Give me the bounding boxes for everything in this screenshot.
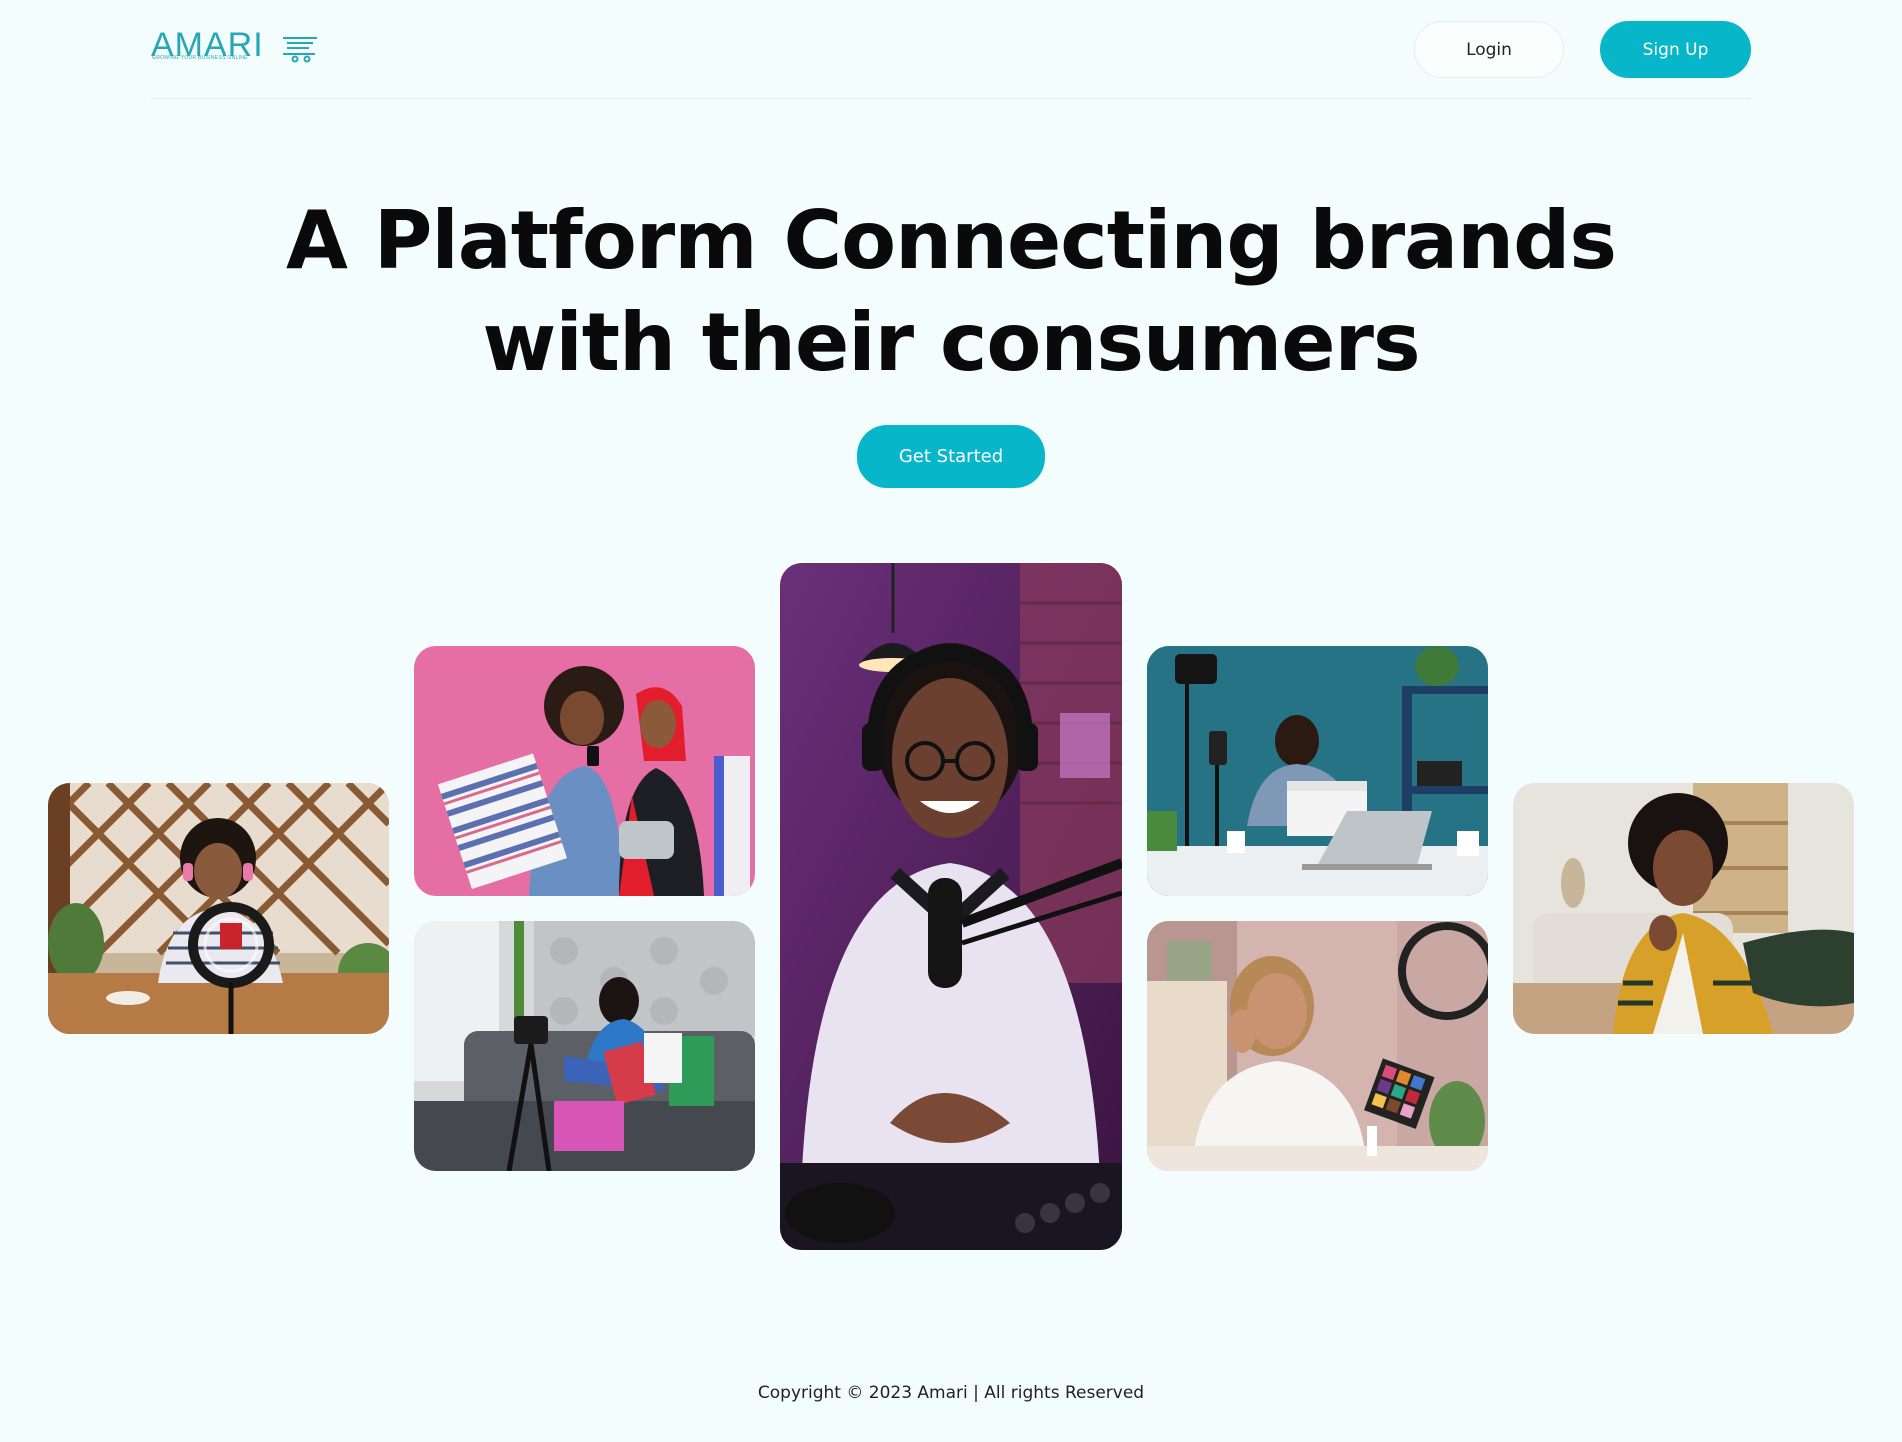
header-divider: [151, 98, 1751, 99]
landing-page: AMARI GROWING YOUR BUSINESS ONLINE Login…: [0, 0, 1902, 1442]
signup-button[interactable]: Sign Up: [1600, 21, 1751, 78]
gallery-photo-makeup: [1147, 921, 1488, 1171]
gallery-photo-shopping-pink: [414, 646, 755, 896]
login-button[interactable]: Login: [1414, 21, 1564, 78]
get-started-button[interactable]: Get Started: [857, 425, 1045, 488]
gallery-photo-podcast-studio: [780, 563, 1122, 1250]
gallery-photo-selfie: [1513, 783, 1854, 1034]
gallery-photo-unboxing: [1147, 646, 1488, 896]
amari-logo[interactable]: AMARI GROWING YOUR BUSINESS ONLINE: [151, 28, 321, 66]
hero-title-line-2: with their consumers: [482, 296, 1420, 389]
gallery-photo-sofa-camera: [414, 921, 755, 1171]
hero-title-line-1: A Platform Connecting brands: [285, 194, 1617, 287]
logo-tagline: GROWING YOUR BUSINESS ONLINE: [152, 55, 248, 61]
footer-copyright: Copyright © 2023 Amari | All rights Rese…: [757, 1383, 1145, 1403]
cart-icon: [283, 37, 317, 63]
hero-title: A Platform Connecting brands with their …: [251, 190, 1651, 394]
gallery-photo-ring-light-cafe: [48, 783, 389, 1034]
